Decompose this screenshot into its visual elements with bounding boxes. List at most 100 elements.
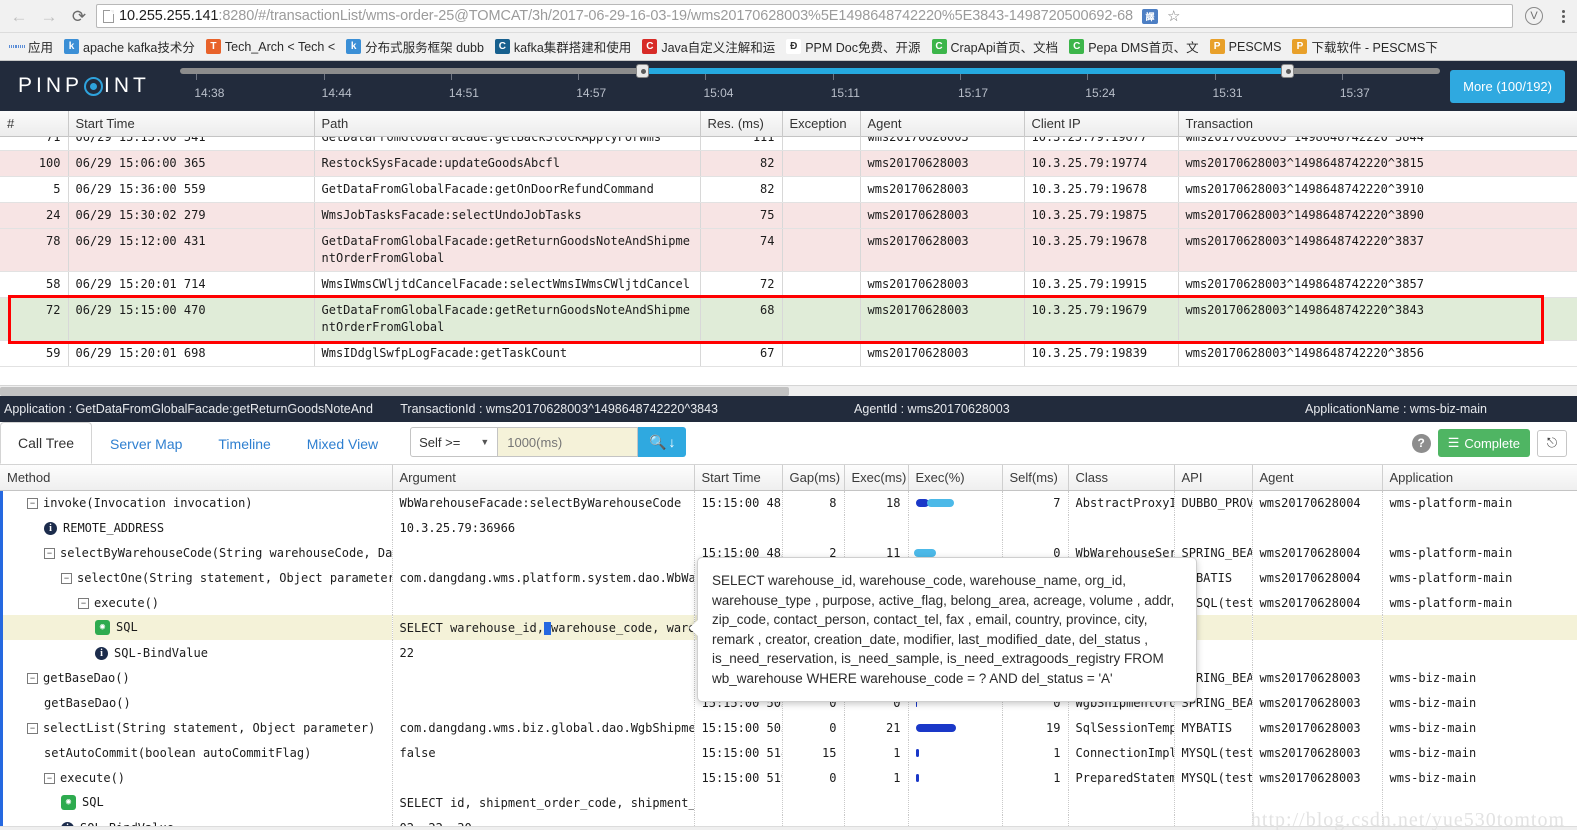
forward-icon[interactable]: → xyxy=(36,3,62,29)
transaction-list-hscrollbar[interactable] xyxy=(0,385,1577,396)
bookmark-item[interactable]: P 下载软件 - PESCMS下 xyxy=(1287,35,1442,58)
slider-handle-right[interactable] xyxy=(1281,64,1295,78)
tree-collapse-icon[interactable]: − xyxy=(44,547,55,559)
ct-column-header[interactable]: Exec(ms) xyxy=(844,465,909,491)
tree-collapse-icon[interactable]: − xyxy=(27,497,38,509)
translate-icon[interactable]: 譯 xyxy=(1142,8,1158,24)
call-tree-row[interactable]: −execute()15:15:00 519011PreparedStateme… xyxy=(0,765,1577,790)
bookmark-item[interactable]: C CrapApi首页、文档 xyxy=(927,35,1064,58)
tx-column-header[interactable]: Res. (ms) xyxy=(700,111,783,137)
chrome-menu-icon[interactable] xyxy=(1555,9,1571,23)
ct-cell-method: SQL xyxy=(0,615,393,640)
tree-collapse-icon[interactable]: − xyxy=(27,672,38,684)
table-row[interactable]: 59 06/29 15:20:01 698 WmsIDdglSwfpLogFacad… xyxy=(0,340,1577,367)
table-row[interactable]: 24 06/29 15:30:02 279 WmsJobTasksFacade:se… xyxy=(0,202,1577,229)
ct-column-header[interactable]: Agent xyxy=(1252,465,1383,491)
tab-server-map[interactable]: Server Map xyxy=(92,422,200,464)
bookmark-item[interactable]: P PESCMS xyxy=(1205,37,1287,56)
bookmark-item[interactable]: T Tech_Arch < Tech < xyxy=(201,37,340,56)
back-icon[interactable]: ← xyxy=(6,3,32,29)
time-range-slider[interactable]: 14:38 14:44 14:51 14:57 15:04 15:11 15:17 15:24… xyxy=(180,61,1441,111)
tx-column-header[interactable]: Client IP xyxy=(1024,111,1179,137)
call-tree-panel: Method Argument Start Time Gap(ms) Exec(ms) E… xyxy=(0,465,1577,830)
call-tree-row[interactable]: SQL SELECT id, shipment_order_code, shipm… xyxy=(0,790,1577,815)
bookmark-favicon-icon: C xyxy=(494,39,510,54)
bookmark-item[interactable]: k 分布式服务框架 dubb xyxy=(341,35,489,58)
table-row[interactable]: 100 06/29 15:06:00 365 RestockSysFacade:up… xyxy=(0,150,1577,177)
ct-cell-argument: 10.3.25.79:36966 xyxy=(392,515,695,540)
ct-column-header[interactable]: Start Time xyxy=(694,465,783,491)
ct-column-header[interactable]: Argument xyxy=(392,465,695,491)
page-info-icon[interactable] xyxy=(103,9,114,23)
ct-column-header[interactable]: Method xyxy=(0,465,393,491)
tx-column-header[interactable]: Start Time xyxy=(68,111,315,137)
table-row[interactable]: 58 06/29 15:20:01 714 WmsIWmsCWljtdCancelF… xyxy=(0,271,1577,298)
tree-collapse-icon[interactable]: − xyxy=(44,772,55,784)
tx-cell-path: GetDataFromGlobalFacade:getOnDoorRefundC… xyxy=(314,176,701,203)
table-row[interactable]: 71 06/29 15:15:00 541 GetDataFromGlobalFac… xyxy=(0,137,1577,151)
bookmark-item[interactable]: Ckafka集群搭建和使用 xyxy=(490,35,636,58)
scroll-thumb[interactable] xyxy=(0,387,789,396)
tx-column-header[interactable]: Path xyxy=(314,111,701,137)
ct-cell-class: SqlSessionTempla… xyxy=(1068,715,1175,740)
search-button[interactable]: 🔍 ↓ xyxy=(638,427,687,457)
ct-cell-application: wms-platform-main xyxy=(1382,565,1577,590)
call-tree-inner-scrollbar[interactable] xyxy=(0,826,1577,830)
bookmark-item[interactable]: C Java自定义注解和运 xyxy=(637,35,780,58)
ct-cell-method: − selectOne(String statement, Object para… xyxy=(0,565,393,590)
tree-collapse-icon[interactable]: − xyxy=(61,572,72,584)
threshold-input[interactable] xyxy=(498,427,639,457)
ct-cell-application xyxy=(1382,615,1577,640)
tree-collapse-icon[interactable]: − xyxy=(27,722,38,734)
table-row[interactable]: 5 06/29 15:36:00 559 GetDataFromGlobalFaca… xyxy=(0,176,1577,203)
ct-method-label: getBaseDao() xyxy=(44,695,131,710)
export-icon[interactable]: ⎋ xyxy=(1537,429,1567,457)
tab-timeline[interactable]: Timeline xyxy=(200,422,288,464)
ct-cell-argument xyxy=(392,540,695,565)
tx-cell-path: WmsJobTasksFacade:selectUndoJobTasks xyxy=(314,202,701,229)
bookmark-label: 下载软件 - PESCMS下 xyxy=(1311,41,1438,55)
tx-column-header[interactable]: # xyxy=(0,111,69,137)
table-row[interactable]: 78 06/29 15:12:00 431 GetDataFromGlobalFac… xyxy=(0,228,1577,272)
reload-icon[interactable]: ⟳ xyxy=(66,3,92,29)
bookmark-item[interactable]: C Pepa DMS首页、文 xyxy=(1064,35,1203,58)
more-button[interactable]: More (100/192) xyxy=(1450,69,1565,103)
transaction-list-body[interactable]: 71 06/29 15:15:00 541 GetDataFromGlobalFac… xyxy=(0,137,1577,385)
ct-column-header[interactable]: API xyxy=(1174,465,1253,491)
tx-cell-tx: wms20170628003^1498648742220^3844 xyxy=(1178,137,1577,151)
bookmark-star-icon[interactable]: ☆ xyxy=(1167,7,1180,25)
tx-cell-res: 68 xyxy=(700,297,783,341)
call-tree-row[interactable]: setAutoCommit(boolean autoCommitFlag) fal… xyxy=(0,740,1577,765)
tx-column-header[interactable]: Agent xyxy=(860,111,1025,137)
tx-column-header[interactable]: Transaction xyxy=(1178,111,1577,137)
bookmark-label: Tech_Arch < Tech < xyxy=(224,39,336,54)
slider-handle-left[interactable] xyxy=(636,64,650,78)
profile-avatar[interactable]: V xyxy=(1525,7,1543,25)
tab-call-tree[interactable]: Call Tree xyxy=(0,422,93,464)
ct-column-header[interactable]: Exec(%) xyxy=(908,465,1003,491)
logo-text-right: INT xyxy=(104,74,150,97)
bookmark-label: 应用 xyxy=(28,41,54,55)
help-icon[interactable]: ? xyxy=(1411,433,1431,453)
ct-column-header[interactable]: Gap(ms) xyxy=(782,465,845,491)
ct-column-header[interactable]: Self(ms) xyxy=(1002,465,1069,491)
bookmark-item[interactable]: Ɖ PPM Doc免费、开源 xyxy=(781,35,925,58)
ct-column-header[interactable]: Class xyxy=(1068,465,1175,491)
ct-cell-exec xyxy=(844,790,909,815)
bookmark-item[interactable]: k apache kafka技术分 xyxy=(59,35,200,58)
address-bar[interactable]: 10.255.255.141:8280/#/transactionList/wm… xyxy=(96,4,1513,28)
tree-collapse-icon[interactable]: − xyxy=(78,597,89,609)
call-tree-row[interactable]: i REMOTE_ADDRESS 10.3.25.79:36966 xyxy=(0,515,1577,540)
table-row[interactable]: 72 06/29 15:15:00 470 GetDataFromGlobalFac… xyxy=(0,297,1577,341)
pinpoint-logo: PINP INT xyxy=(0,74,180,98)
self-filter-select[interactable]: Self >= ▼ xyxy=(410,427,499,457)
complete-button[interactable]: ☰ Complete xyxy=(1437,429,1530,457)
bookmark-item[interactable]: 应用 xyxy=(4,35,58,58)
call-tree-row[interactable]: − invoke(Invocation invocation) WbWarehous… xyxy=(0,490,1577,515)
tab-mixed-view[interactable]: Mixed View xyxy=(289,422,396,464)
tx-column-header[interactable]: Exception xyxy=(782,111,861,137)
call-tree-row[interactable]: − selectList(String statement, Object par… xyxy=(0,715,1577,740)
ct-column-header[interactable]: Application xyxy=(1382,465,1577,491)
tx-cell-path: WmsIDdglSwfpLogFacade:getTaskCount xyxy=(314,340,701,367)
ct-cell-exec: 1 xyxy=(844,740,909,765)
